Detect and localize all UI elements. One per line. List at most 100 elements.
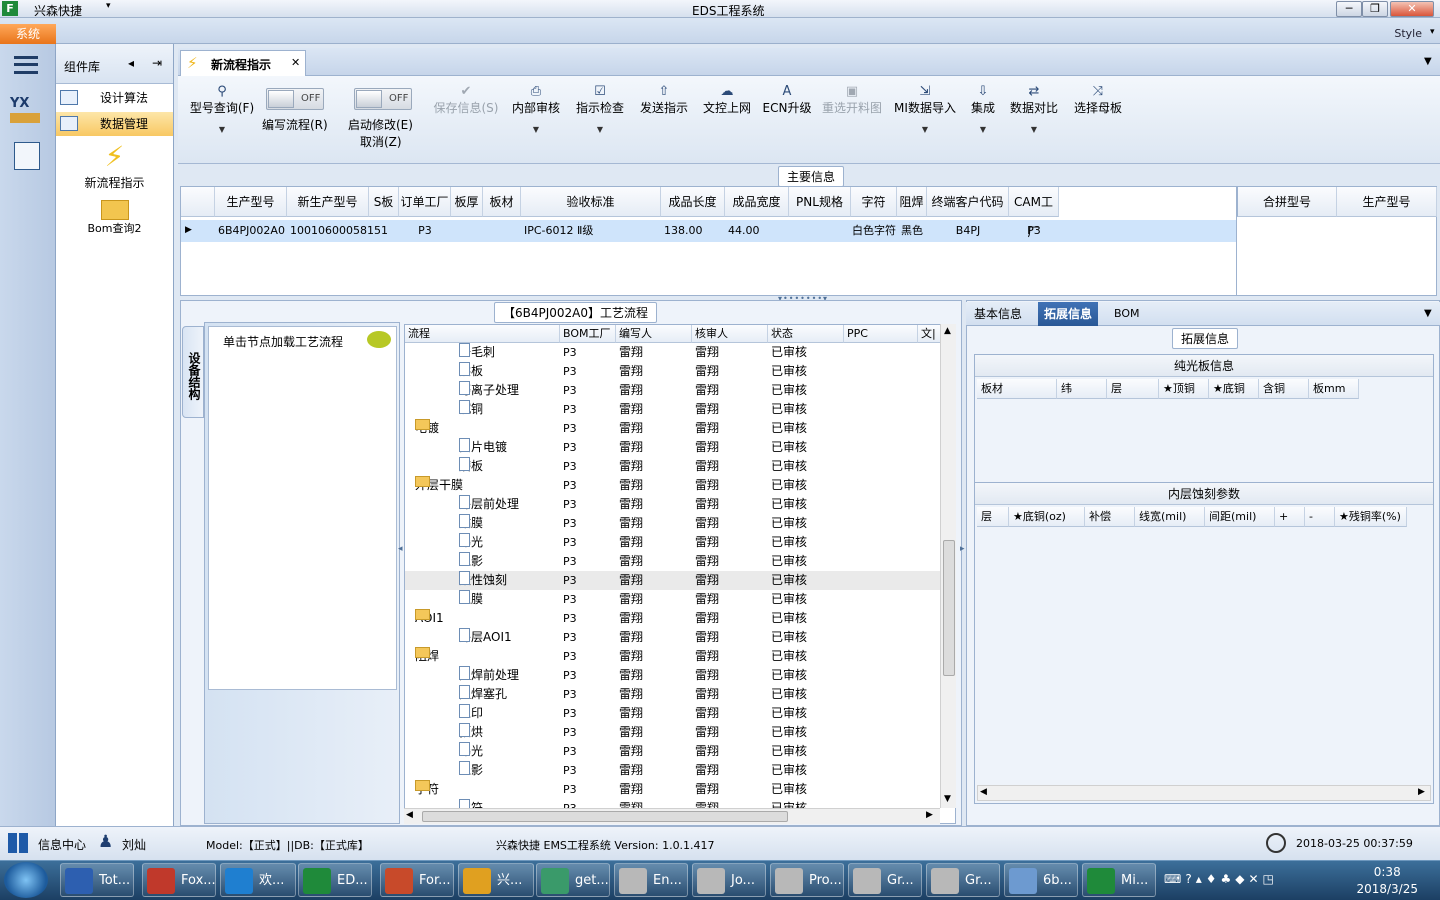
grid-header-cell[interactable]: 生产型号 — [215, 187, 287, 217]
pin-icon[interactable]: ⇥ — [152, 56, 162, 70]
send-instruction-button[interactable]: ⇧ 发送指示 — [636, 84, 692, 116]
grid-header-cell[interactable]: S板 — [369, 187, 399, 217]
inner-etch-header-cell[interactable]: 补偿 — [1085, 507, 1135, 527]
windows-grid-icon[interactable] — [8, 833, 28, 853]
tree-header-cell[interactable]: 核审人 — [692, 325, 768, 343]
tab-bom[interactable]: BOM — [1108, 302, 1146, 326]
tree-header-cell[interactable]: 流程 — [405, 325, 560, 343]
taskbar-item[interactable]: ED... — [298, 863, 372, 897]
scroll-right-icon[interactable]: ▶ — [926, 810, 933, 820]
inner-etch-header-cell[interactable]: - — [1305, 507, 1335, 527]
bare-board-header-cell[interactable]: ★顶铜 — [1159, 379, 1209, 399]
tree-row[interactable]: 阻焊前处理 P3 雷翔 雷翔 已审核 — [405, 666, 941, 685]
tree-row[interactable]: 磨板 P3 雷翔 雷翔 已审核 — [405, 457, 941, 476]
taskbar-item[interactable]: For... — [380, 863, 454, 897]
calculator-module-icon[interactable] — [14, 142, 40, 170]
taskbar-item[interactable]: 兴... — [458, 863, 534, 897]
taskbar-item[interactable]: En... — [614, 863, 688, 897]
integrate-button[interactable]: ⇩ 集成 ▼ — [966, 84, 1000, 138]
tab-list-dropdown-icon[interactable]: ▼ — [1424, 56, 1432, 67]
scroll-right-icon[interactable]: ▶ — [1418, 787, 1425, 797]
style-dropdown-icon[interactable]: ▾ — [1430, 27, 1435, 37]
grid-cell[interactable]: P3 — [1009, 221, 1059, 241]
tree-row[interactable]: 外层AOI1 P3 雷翔 雷翔 已审核 — [405, 628, 941, 647]
grid-header-cell[interactable]: CAM工厂 — [1009, 187, 1059, 239]
grid-header-cell[interactable]: 合拼型号 — [1237, 187, 1337, 217]
ecn-upgrade-button[interactable]: A ECN升级 — [762, 84, 812, 116]
tab-close-icon[interactable]: ✕ — [291, 56, 300, 69]
taskbar-clock[interactable]: 0:38 2018/3/25 — [1356, 864, 1418, 898]
grid-cell[interactable]: 黑色 — [897, 221, 927, 241]
select-mother-board-button[interactable]: ⤨ 选择母板 — [1068, 84, 1128, 116]
tree-row[interactable]: −电镀 P3 雷翔 雷翔 已审核 — [405, 419, 941, 438]
tree-row[interactable]: 阻焊塞孔 P3 雷翔 雷翔 已审核 — [405, 685, 941, 704]
yx-module-icon[interactable]: YX — [10, 96, 44, 128]
library-big-item-bom-query[interactable]: Bom查询2 — [56, 200, 173, 246]
mi-import-button[interactable]: ⇲ MI数据导入 ▼ — [892, 84, 958, 138]
start-modify-toggle[interactable]: OFF — [354, 88, 412, 110]
grid-cell[interactable]: P3 — [399, 221, 451, 241]
taskbar-item[interactable]: Pro... — [770, 863, 844, 897]
scroll-down-icon[interactable]: ▼ — [944, 794, 951, 804]
tree-row[interactable]: 沉铜 P3 雷翔 雷翔 已审核 — [405, 400, 941, 419]
tree-row[interactable]: 丝印 P3 雷翔 雷翔 已审核 — [405, 704, 941, 723]
scroll-thumb[interactable] — [943, 540, 955, 676]
tree-row[interactable]: 预烘 P3 雷翔 雷翔 已审核 — [405, 723, 941, 742]
maximize-button[interactable]: ❐ — [1362, 1, 1388, 17]
collapse-handle-icon[interactable]: ◂ — [398, 544, 403, 554]
tree-row[interactable]: 去毛刺 P3 雷翔 雷翔 已审核 — [405, 343, 941, 362]
instruction-check-button[interactable]: ☑ 指示检查 ▼ — [572, 84, 628, 138]
tree-row[interactable]: −阻焊 P3 雷翔 雷翔 已审核 — [405, 647, 941, 666]
tree-row[interactable]: 显影 P3 雷翔 雷翔 已审核 — [405, 552, 941, 571]
inner-etch-header-cell[interactable]: 线宽(mil) — [1135, 507, 1205, 527]
tree-row[interactable]: 显影 P3 雷翔 雷翔 已审核 — [405, 761, 941, 780]
inner-etch-header-cell[interactable]: ★残铜率(%) — [1335, 507, 1407, 527]
grid-header-cell[interactable]: 板材 — [483, 187, 521, 217]
grid-header-cell[interactable]: 终端客户代码 — [927, 187, 1009, 217]
grid-header-cell[interactable]: 新生产型号 — [287, 187, 369, 217]
bare-board-header-cell[interactable]: 含铜 — [1259, 379, 1309, 399]
tree-row[interactable]: 烘板 P3 雷翔 雷翔 已审核 — [405, 362, 941, 381]
library-item-data-management[interactable]: 数据管理 — [56, 112, 173, 136]
grid-cell[interactable]: IPC-6012 Ⅱ级 — [521, 221, 661, 241]
tree-header-cell[interactable]: 文| — [918, 325, 942, 343]
style-label[interactable]: Style — [1394, 27, 1422, 40]
inner-etch-header-cell[interactable]: ★底铜(oz) — [1009, 507, 1085, 527]
tree-row[interactable]: 酸性蚀刻 P3 雷翔 雷翔 已审核 — [405, 571, 941, 590]
grid-cell[interactable] — [483, 221, 521, 241]
scroll-up-icon[interactable]: ▲ — [944, 326, 951, 336]
tree-header-cell[interactable]: 编写人 — [616, 325, 692, 343]
bare-board-header-cell[interactable]: ★底铜 — [1209, 379, 1259, 399]
grid-header-cell[interactable]: 成品宽度 — [725, 187, 789, 217]
tree-row[interactable]: 外层前处理 P3 雷翔 雷翔 已审核 — [405, 495, 941, 514]
tab-equipment-structure[interactable]: 设备结构 — [182, 326, 204, 418]
scroll-thumb[interactable] — [422, 811, 788, 822]
tree-header-cell[interactable]: PPC — [844, 325, 918, 343]
close-button[interactable]: ✕ — [1390, 1, 1434, 17]
grid-cell[interactable] — [789, 221, 851, 241]
cancel-label[interactable]: 取消(Z) — [360, 133, 402, 150]
tree-row[interactable]: −外层干膜 P3 雷翔 雷翔 已审核 — [405, 476, 941, 495]
scroll-left-icon[interactable]: ◀ — [406, 810, 413, 820]
tray-icons[interactable]: ⌨?▴♦♣◆✕◳ — [1164, 872, 1278, 886]
tree-header-cell[interactable]: BOM工厂 — [560, 325, 616, 343]
collapse-left-icon[interactable]: ◂ — [128, 56, 134, 70]
taskbar-item[interactable]: 欢... — [220, 863, 296, 897]
grid-header-cell[interactable]: 生产型号 — [1337, 187, 1437, 217]
grid-header-cell[interactable]: 成品长度 — [661, 187, 725, 217]
tab-new-flow-instruction[interactable]: ⚡ 新流程指示 ✕ — [180, 50, 306, 77]
grid-cell[interactable] — [369, 221, 399, 241]
grid-cell[interactable]: 10010600058151 — [287, 221, 388, 241]
minimize-button[interactable]: ─ — [1336, 1, 1362, 17]
library-item-design-algorithm[interactable]: 设计算法 — [56, 86, 173, 110]
inner-etch-header-cell[interactable]: 层 — [977, 507, 1009, 527]
tree-row[interactable]: −字符 P3 雷翔 雷翔 已审核 — [405, 780, 941, 799]
data-compare-button[interactable]: ⇄ 数据对比 ▼ — [1008, 84, 1060, 138]
scroll-left-icon[interactable]: ◀ — [980, 787, 987, 797]
bare-board-header-cell[interactable]: 板mm — [1309, 379, 1359, 399]
internal-review-button[interactable]: ⎙ 内部审核 ▼ — [510, 84, 562, 138]
tree-row[interactable]: −AOI1 P3 雷翔 雷翔 已审核 — [405, 609, 941, 628]
taskbar-item[interactable]: Gr... — [848, 863, 922, 897]
info-center-label[interactable]: 信息中心 — [38, 836, 86, 853]
taskbar-item[interactable]: Jo... — [692, 863, 766, 897]
